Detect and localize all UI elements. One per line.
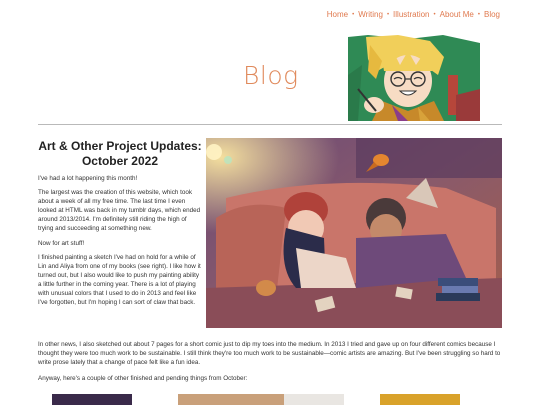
- artwork-thumbnail[interactable]: [178, 394, 284, 405]
- main-nav: Home • Writing • Illustration • About Me…: [327, 10, 500, 19]
- artwork-thumbnail[interactable]: [380, 394, 460, 405]
- nav-writing-link[interactable]: Writing: [358, 10, 383, 19]
- nav-about-link[interactable]: About Me: [440, 10, 474, 19]
- post-paragraph: Now for art stuff!: [38, 239, 85, 247]
- artwork-thumbnail[interactable]: [52, 394, 132, 405]
- post-paragraph: I finished painting a sketch I've had on…: [38, 254, 201, 306]
- nav-separator: •: [477, 11, 480, 18]
- nav-illustration-link[interactable]: Illustration: [393, 10, 429, 19]
- nav-home-link[interactable]: Home: [327, 10, 348, 19]
- nav-separator: •: [433, 11, 436, 18]
- lin-and-aliya-painting: [206, 138, 502, 328]
- post-paragraph: In other news, I also sketched out about…: [38, 341, 501, 366]
- nav-blog-link[interactable]: Blog: [484, 10, 500, 19]
- post-paragraph: I've had a lot happening this month!: [38, 175, 138, 182]
- page-title: Blog: [243, 61, 299, 90]
- author-avatar-illustration: [348, 35, 480, 121]
- nav-separator: •: [352, 11, 355, 18]
- post-title: Art & Other Project Updates: October 202…: [38, 139, 202, 168]
- post-paragraph: The largest was the creation of this web…: [38, 189, 201, 233]
- post-paragraph: Anyway, here's a couple of other finishe…: [38, 375, 248, 382]
- post-intro-column: I've had a lot happening this month! The…: [38, 175, 202, 313]
- header-divider: [38, 124, 502, 125]
- artwork-thumbnail[interactable]: [284, 394, 344, 405]
- artwork-thumbnails: [50, 394, 500, 405]
- nav-separator: •: [386, 11, 390, 18]
